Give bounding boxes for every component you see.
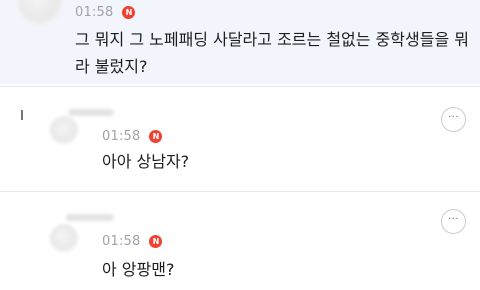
comment-item: 01:58 N 아아 상남자? ··· [0, 87, 480, 191]
reply-indicator [21, 110, 23, 120]
author-name[interactable] [68, 109, 114, 116]
more-options-button[interactable]: ··· [441, 107, 466, 132]
avatar[interactable] [18, 0, 62, 24]
comment-text: 아아 상남자? [102, 152, 190, 171]
comment-text: 아 앙팡맨? [102, 260, 175, 279]
comment-text-line: 그 뭐지 그 노페패딩 사달라고 조르는 철없는 중학생들을 뭐 [75, 30, 469, 49]
comment-time: 01:58 [75, 5, 114, 20]
more-options-button[interactable]: ··· [441, 209, 466, 234]
comment-time: 01:58 [102, 234, 141, 249]
author-name[interactable] [66, 214, 114, 221]
more-icon: ··· [447, 214, 460, 225]
comment-meta: 01:58 N [102, 129, 163, 144]
avatar[interactable] [50, 116, 78, 144]
new-badge: N [149, 235, 163, 248]
comment-meta: 01:58 N [102, 234, 163, 249]
comment-text-line: 라 불렀지? [75, 57, 148, 76]
more-icon: ··· [447, 112, 460, 123]
new-badge: N [149, 130, 163, 143]
comment-meta: 01:58 N [75, 5, 136, 20]
comment-text: 그 뭐지 그 노페패딩 사달라고 조르는 철없는 중학생들을 뭐 라 불렀지? [75, 26, 469, 80]
comment-item: 01:58 N 아 앙팡맨? ··· [0, 192, 480, 290]
comment-item: 01:58 N 그 뭐지 그 노페패딩 사달라고 조르는 철없는 중학생들을 뭐… [0, 0, 480, 84]
comment-time: 01:58 [102, 129, 141, 144]
new-badge: N [122, 6, 136, 19]
avatar[interactable] [50, 224, 78, 252]
